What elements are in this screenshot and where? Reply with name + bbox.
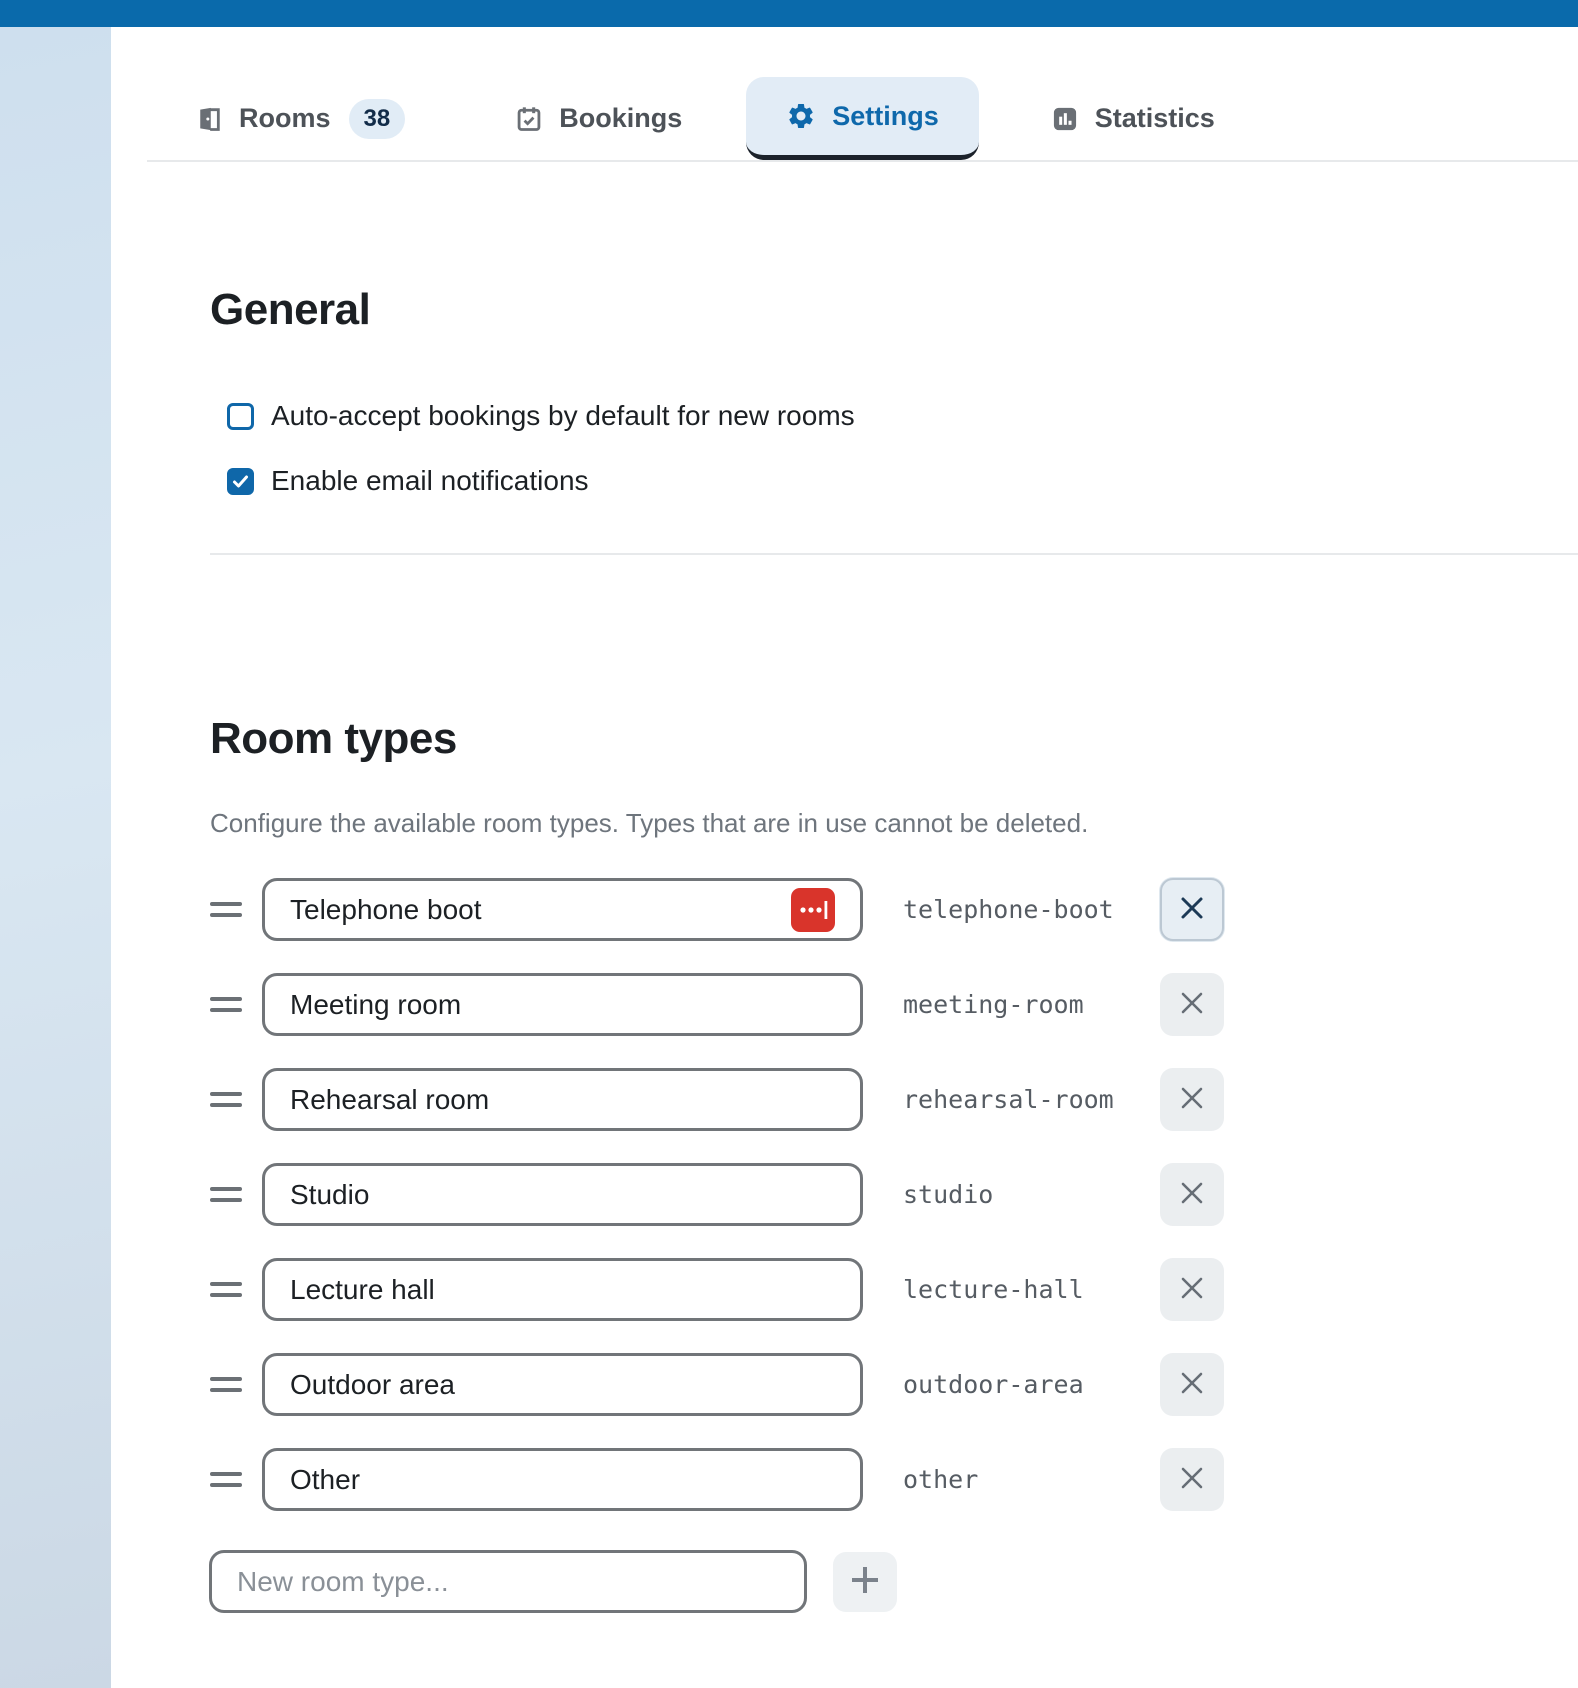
top-accent-bar [0, 0, 1578, 27]
room-types-heading: Room types [210, 714, 457, 763]
checkbox[interactable] [227, 402, 254, 430]
room-type-name-input[interactable] [262, 1448, 863, 1511]
plus-icon [848, 1563, 882, 1600]
bar-chart-icon [1051, 105, 1079, 133]
room-type-name-input[interactable] [262, 1068, 863, 1131]
room-type-slug: studio [903, 1180, 994, 1209]
password-manager-icon[interactable] [791, 887, 835, 932]
room-type-name-wrap [262, 1353, 863, 1416]
tab-bookings[interactable]: Bookings [515, 103, 682, 134]
tab-statistics-label: Statistics [1094, 103, 1215, 133]
room-type-slug: lecture-hall [903, 1275, 1084, 1304]
room-type-row: outdoor-area [210, 1353, 1578, 1416]
tab-bookings-label: Bookings [559, 103, 683, 133]
room-types-section: Room types Configure the available room … [111, 555, 1578, 1613]
room-type-row: other [210, 1448, 1578, 1511]
check-icon [233, 475, 248, 487]
room-type-row: rehearsal-room [210, 1068, 1578, 1131]
tab-rooms-label: Rooms [239, 103, 331, 133]
new-room-type-row [209, 1550, 1578, 1613]
room-type-name-wrap [262, 878, 863, 941]
checkbox[interactable] [227, 467, 254, 495]
checkbox-row: Auto-accept bookings by default for new … [227, 398, 1578, 434]
drag-handle-icon[interactable] [210, 1377, 242, 1392]
drag-handle-icon[interactable] [210, 1282, 242, 1297]
room-type-name-input[interactable] [262, 973, 863, 1036]
room-type-name-input[interactable] [262, 878, 863, 941]
left-gutter [0, 27, 111, 1688]
checkbox-label: Auto-accept bookings by default for new … [271, 400, 855, 431]
delete-room-type-button[interactable] [1160, 1353, 1224, 1416]
room-type-slug: other [903, 1465, 979, 1494]
delete-room-type-button[interactable] [1160, 878, 1224, 941]
delete-room-type-button[interactable] [1160, 1258, 1224, 1321]
delete-room-type-button[interactable] [1160, 1163, 1224, 1226]
tab-statistics[interactable]: Statistics [1051, 103, 1215, 134]
room-types-description: Configure the available room types. Type… [210, 808, 1089, 838]
room-type-slug: telephone-boot [903, 895, 1114, 924]
delete-room-type-button[interactable] [1160, 1068, 1224, 1131]
drag-handle-icon[interactable] [210, 1187, 242, 1202]
rooms-count-badge: 38 [348, 98, 406, 139]
room-type-name-wrap [262, 1258, 863, 1321]
room-type-name-wrap [262, 1448, 863, 1511]
tab-bar: Rooms 38 Bookings Settings Statistics [195, 27, 1578, 160]
room-type-row: studio [210, 1163, 1578, 1226]
add-room-type-button[interactable] [833, 1551, 897, 1612]
close-icon [1177, 1178, 1207, 1211]
checkbox-row: Enable email notifications [227, 463, 1578, 499]
room-type-name-wrap [262, 1068, 863, 1131]
room-type-row: meeting-room [210, 973, 1578, 1036]
close-icon [1177, 1463, 1207, 1496]
general-section: General Auto-accept bookings by default … [111, 162, 1578, 499]
tab-rooms[interactable]: Rooms 38 [195, 98, 406, 139]
tab-settings-label: Settings [832, 100, 939, 131]
room-type-row: lecture-hall [210, 1258, 1578, 1321]
tab-settings[interactable]: Settings [746, 77, 979, 160]
general-checkbox-list: Auto-accept bookings by default for new … [111, 398, 1578, 499]
room-type-slug: outdoor-area [903, 1370, 1084, 1399]
room-type-slug: rehearsal-room [903, 1085, 1114, 1114]
drag-handle-icon[interactable] [210, 1092, 242, 1107]
close-icon [1177, 988, 1207, 1021]
checkbox-label: Enable email notifications [271, 465, 589, 496]
content-panel: Rooms 38 Bookings Settings Statistics Ge… [111, 27, 1578, 1688]
drag-handle-icon[interactable] [210, 902, 242, 917]
room-type-list: telephone-boot meeting-room [111, 878, 1578, 1511]
room-type-slug: meeting-room [903, 990, 1084, 1019]
close-icon [1177, 1368, 1207, 1401]
close-icon [1177, 893, 1207, 926]
delete-room-type-button[interactable] [1160, 973, 1224, 1036]
new-room-type-input[interactable] [209, 1550, 807, 1613]
general-heading: General [210, 285, 371, 334]
gear-icon [786, 101, 816, 131]
delete-room-type-button[interactable] [1160, 1448, 1224, 1511]
drag-handle-icon[interactable] [210, 1472, 242, 1487]
room-type-row: telephone-boot [210, 878, 1578, 941]
room-type-name-wrap [262, 1163, 863, 1226]
close-icon [1177, 1273, 1207, 1306]
room-type-name-wrap [262, 973, 863, 1036]
room-type-name-input[interactable] [262, 1258, 863, 1321]
door-icon [195, 105, 223, 133]
room-type-name-input[interactable] [262, 1163, 863, 1226]
calendar-check-icon [515, 105, 543, 133]
room-type-name-input[interactable] [262, 1353, 863, 1416]
close-icon [1177, 1083, 1207, 1116]
drag-handle-icon[interactable] [210, 997, 242, 1012]
